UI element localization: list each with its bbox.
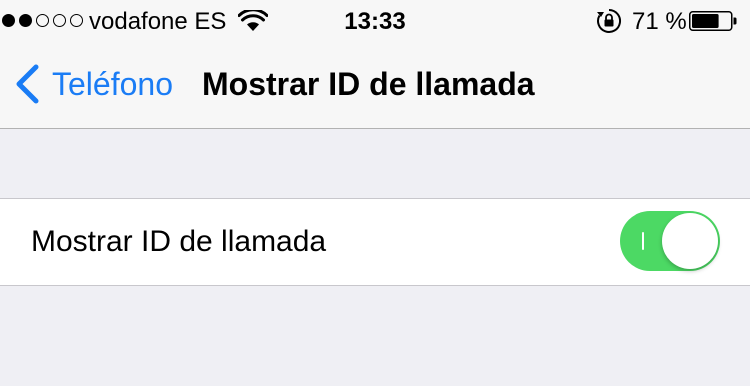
settings-row-label: Mostrar ID de llamada <box>31 225 327 258</box>
carrier-name: vodafone ES <box>89 8 227 35</box>
toggle-on-indicator <box>642 232 644 250</box>
signal-dot <box>53 13 66 27</box>
page-title: Mostrar ID de llamada <box>202 66 535 102</box>
battery-percentage: 71 % <box>632 8 687 35</box>
caller-id-toggle[interactable] <box>620 211 720 271</box>
back-button-label: Teléfono <box>52 66 173 102</box>
battery-level-fill <box>692 14 719 28</box>
back-button[interactable]: Teléfono <box>14 64 173 104</box>
status-bar: vodafone ES 13:33 71 % <box>0 0 750 40</box>
wifi-icon <box>238 10 268 31</box>
toggle-knob <box>662 213 718 269</box>
settings-screen: vodafone ES 13:33 71 % Teléfono Mostrar … <box>0 0 750 386</box>
chevron-left-icon <box>16 64 39 104</box>
navigation-bar: Teléfono Mostrar ID de llamada <box>0 40 750 129</box>
signal-dot <box>36 13 49 27</box>
settings-row-caller-id: Mostrar ID de llamada <box>0 198 750 286</box>
signal-dot <box>70 13 83 27</box>
signal-dot <box>2 13 15 27</box>
rotation-lock-icon <box>597 9 621 33</box>
signal-dot <box>19 13 32 27</box>
signal-strength-icon <box>2 12 83 28</box>
battery-icon <box>689 11 737 31</box>
